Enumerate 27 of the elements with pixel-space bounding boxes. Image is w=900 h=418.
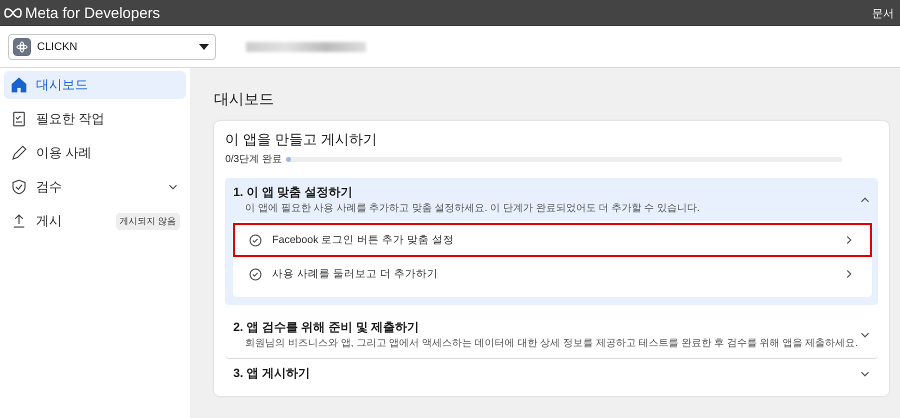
check-circle-icon: [249, 234, 262, 246]
step-title: 3. 앱 게시하기: [233, 365, 310, 382]
sidebar-item[interactable]: 검수: [4, 173, 186, 201]
task-item[interactable]: 사용 사례를 둘러보고 더 추가하기: [233, 257, 872, 291]
page-title: 대시보드: [214, 90, 276, 109]
step-title: 2. 앱 검수를 위해 준비 및 제출하기: [233, 319, 420, 336]
shield-icon: [10, 178, 28, 196]
step-title: 1. 이 앱 맞춤 설정하기: [233, 184, 354, 201]
app-icon: [13, 38, 31, 56]
sidebar-item[interactable]: 필요한 작업: [4, 105, 186, 133]
sidebar-item[interactable]: 대시보드: [4, 71, 186, 99]
app-selector[interactable]: CLICKN: [8, 34, 216, 60]
card-title: 이 앱을 만들고 게시하기: [225, 131, 378, 149]
home-icon: [10, 76, 28, 94]
sidebar-item[interactable]: 이용 사례: [4, 139, 186, 167]
infinity-logo-icon: [4, 7, 22, 19]
status-badge: 게시되지 않음: [116, 212, 180, 230]
check-circle-icon: [249, 268, 262, 280]
docs-link[interactable]: 문서: [872, 6, 894, 20]
dropdown-caret-icon: [199, 44, 209, 50]
sidebar-item[interactable]: 게시 게시되지 않음: [4, 207, 186, 235]
step-description: 이 앱에 필요한 사용 사례를 추가하고 맞춤 설정하세요. 이 단계가 완료되었어도 더 추가할 수 있습니다.: [245, 202, 700, 215]
task-item[interactable]: Facebook 로그인 버튼 추가 맞춤 설정: [233, 223, 872, 257]
clipboard-icon: [10, 110, 28, 128]
progress-label: 0/3단계 완료: [225, 153, 282, 166]
step-description: 회원님의 비즈니스와 앱, 그리고 앱에서 액세스하는 데이터에 대한 상세 정보를 제공하고 테스트를 완료한 후 검수를 위해 앱을 제출하세요.: [245, 337, 858, 350]
pencil-icon: [10, 144, 28, 162]
